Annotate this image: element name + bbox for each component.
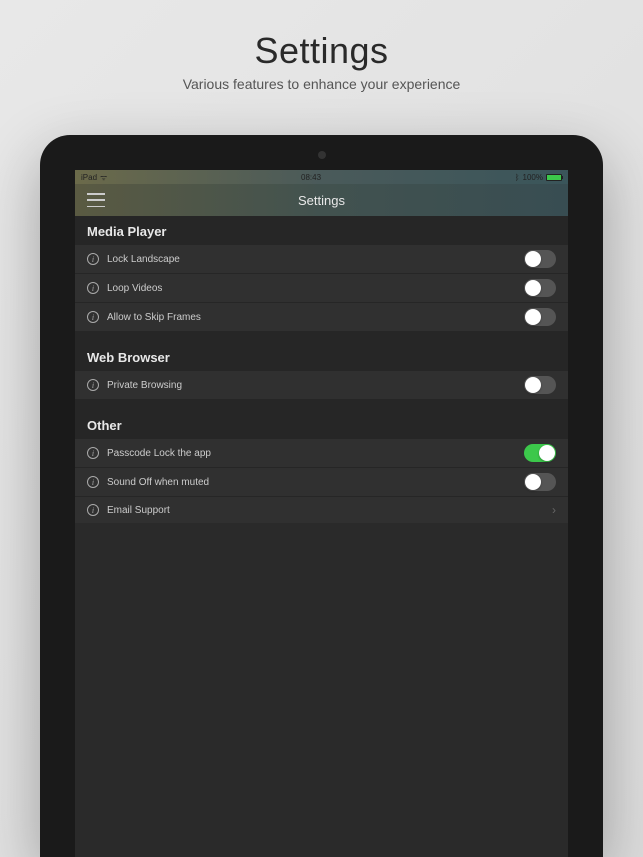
toggle-private-browsing[interactable] xyxy=(524,376,556,394)
info-icon[interactable]: i xyxy=(87,311,99,323)
info-icon[interactable]: i xyxy=(87,504,99,516)
page-subtitle: Various features to enhance your experie… xyxy=(0,76,643,92)
info-icon[interactable]: i xyxy=(87,253,99,265)
status-time: 08:43 xyxy=(301,173,321,182)
info-icon[interactable]: i xyxy=(87,379,99,391)
wifi-icon: ᯤ xyxy=(100,172,107,183)
row-label: Email Support xyxy=(107,505,552,516)
nav-bar: Settings xyxy=(75,184,568,216)
bluetooth-icon: ᛒ xyxy=(515,173,520,182)
section-title: Other xyxy=(87,418,556,433)
info-icon[interactable]: i xyxy=(87,282,99,294)
toggle-skip-frames[interactable] xyxy=(524,308,556,326)
row-label: Sound Off when muted xyxy=(107,477,524,488)
row-lock-landscape[interactable]: i Lock Landscape xyxy=(75,245,568,274)
row-sound-off[interactable]: i Sound Off when muted xyxy=(75,468,568,497)
row-loop-videos[interactable]: i Loop Videos xyxy=(75,274,568,303)
chevron-right-icon: › xyxy=(552,503,556,517)
page-header: Settings Various features to enhance you… xyxy=(0,0,643,92)
toggle-passcode-lock[interactable] xyxy=(524,444,556,462)
settings-content: Media Player i Lock Landscape i Loop Vid… xyxy=(75,216,568,523)
info-icon[interactable]: i xyxy=(87,447,99,459)
toggle-lock-landscape[interactable] xyxy=(524,250,556,268)
battery-icon xyxy=(546,174,562,181)
carrier-label: iPad xyxy=(81,173,97,182)
menu-icon[interactable] xyxy=(87,193,105,207)
row-skip-frames[interactable]: i Allow to Skip Frames xyxy=(75,303,568,332)
row-email-support[interactable]: i Email Support › xyxy=(75,497,568,523)
row-label: Passcode Lock the app xyxy=(107,448,524,459)
page-title: Settings xyxy=(0,30,643,72)
section-header-other: Other xyxy=(75,410,568,439)
status-right: ᛒ 100% xyxy=(515,173,562,182)
toggle-loop-videos[interactable] xyxy=(524,279,556,297)
device-frame: iPad ᯤ 08:43 ᛒ 100% Settings Media Playe… xyxy=(40,135,603,857)
row-label: Lock Landscape xyxy=(107,254,524,265)
row-label: Allow to Skip Frames xyxy=(107,312,524,323)
row-passcode-lock[interactable]: i Passcode Lock the app xyxy=(75,439,568,468)
section-title: Media Player xyxy=(87,224,556,239)
battery-pct: 100% xyxy=(523,173,543,182)
section-header-browser: Web Browser xyxy=(75,342,568,371)
section-title: Web Browser xyxy=(87,350,556,365)
section-header-media: Media Player xyxy=(75,216,568,245)
toggle-sound-off[interactable] xyxy=(524,473,556,491)
row-private-browsing[interactable]: i Private Browsing xyxy=(75,371,568,400)
screen: iPad ᯤ 08:43 ᛒ 100% Settings Media Playe… xyxy=(75,170,568,857)
status-left: iPad ᯤ xyxy=(81,172,107,183)
status-bar: iPad ᯤ 08:43 ᛒ 100% xyxy=(75,170,568,184)
row-label: Private Browsing xyxy=(107,380,524,391)
camera-icon xyxy=(318,151,326,159)
nav-title: Settings xyxy=(298,193,345,208)
info-icon[interactable]: i xyxy=(87,476,99,488)
row-label: Loop Videos xyxy=(107,283,524,294)
